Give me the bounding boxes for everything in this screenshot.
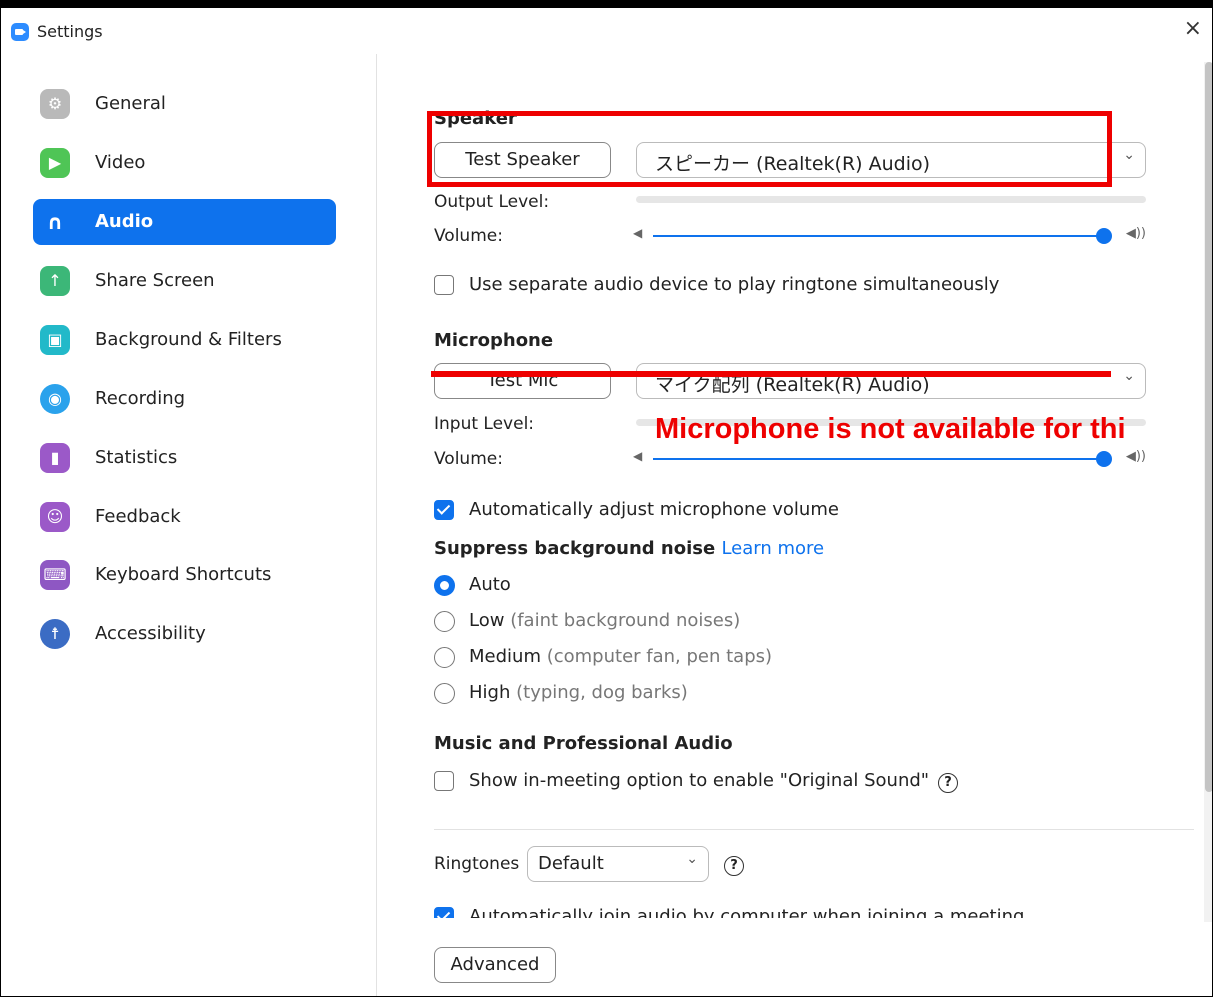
ringtones-select[interactable]: Default ⌄ bbox=[527, 846, 709, 882]
speaker-volume-label: Volume: bbox=[434, 226, 503, 246]
auto-join-checkbox[interactable] bbox=[434, 907, 454, 918]
gear-icon: ⚙ bbox=[40, 89, 70, 119]
statistics-icon: ▮ bbox=[40, 443, 70, 473]
video-camera-icon: ▶ bbox=[40, 148, 70, 178]
output-level-meter bbox=[636, 196, 1146, 203]
sidebar-item-video[interactable]: ▶ Video bbox=[33, 140, 336, 186]
microphone-device-select[interactable]: マイク配列 (Realtek(R) Audio) ⌄ bbox=[636, 363, 1146, 399]
input-level-label: Input Level: bbox=[434, 414, 535, 434]
advanced-button[interactable]: Advanced bbox=[434, 947, 556, 983]
window-title: Settings bbox=[37, 22, 103, 41]
title-bar: Settings × bbox=[1, 8, 1212, 54]
keyboard-icon: ⌨ bbox=[40, 560, 70, 590]
auto-join-label: Automatically join audio by computer whe… bbox=[469, 906, 1025, 918]
speaker-highlight-box bbox=[427, 111, 1112, 187]
sidebar-item-recording[interactable]: ◉ Recording bbox=[33, 376, 336, 422]
noise-radio-low[interactable] bbox=[434, 611, 455, 632]
noise-radio-auto[interactable] bbox=[434, 575, 455, 596]
scrollbar[interactable] bbox=[1204, 62, 1212, 922]
microphone-warning-text: Microphone is not available for thi bbox=[655, 413, 1126, 445]
sidebar-item-general[interactable]: ⚙ General bbox=[33, 81, 336, 127]
close-icon[interactable]: × bbox=[1184, 16, 1202, 41]
test-mic-button[interactable]: Test Mic bbox=[434, 363, 611, 399]
background-icon: ▣ bbox=[40, 325, 70, 355]
scrollbar-thumb[interactable] bbox=[1205, 62, 1212, 792]
settings-window: Settings × ⚙ General ▶ Video ∩ Audio ↑ S… bbox=[0, 0, 1213, 997]
suppress-noise-heading: Suppress background noise Learn more bbox=[434, 538, 825, 559]
sidebar-item-keyboard-shortcuts[interactable]: ⌨ Keyboard Shortcuts bbox=[33, 552, 336, 598]
auto-join-row-clipped: Automatically join audio by computer whe… bbox=[427, 894, 1167, 918]
slider-knob[interactable] bbox=[1096, 228, 1112, 244]
ringtones-label: Ringtones bbox=[434, 854, 520, 874]
noise-option-medium-label: Medium (computer fan, pen taps) bbox=[469, 646, 773, 667]
mic-volume-slider[interactable]: ◀ ◀)) bbox=[633, 449, 1146, 469]
volume-high-icon: ◀)) bbox=[1125, 226, 1146, 241]
auto-adjust-mic-label: Automatically adjust microphone volume bbox=[469, 499, 839, 520]
feedback-icon: ☺ bbox=[40, 502, 70, 532]
microphone-strike-line bbox=[431, 371, 1111, 377]
noise-option-auto-label: Auto bbox=[469, 574, 511, 595]
speaker-volume-slider[interactable]: ◀ ◀)) bbox=[633, 226, 1146, 246]
sidebar-item-background-filters[interactable]: ▣ Background & Filters bbox=[33, 317, 336, 363]
sidebar-item-share-screen[interactable]: ↑ Share Screen bbox=[33, 258, 336, 304]
separate-ringtone-label: Use separate audio device to play ringto… bbox=[469, 274, 1000, 295]
sidebar-item-feedback[interactable]: ☺ Feedback bbox=[33, 494, 336, 540]
chevron-down-icon: ⌄ bbox=[1123, 368, 1135, 384]
learn-more-link[interactable]: Learn more bbox=[721, 538, 824, 559]
slider-knob[interactable] bbox=[1096, 451, 1112, 467]
sidebar-item-audio[interactable]: ∩ Audio bbox=[33, 199, 336, 245]
share-screen-icon: ↑ bbox=[40, 266, 70, 296]
section-divider bbox=[434, 829, 1194, 830]
original-sound-checkbox[interactable] bbox=[434, 771, 454, 791]
sidebar-item-accessibility[interactable]: ☨ Accessibility bbox=[33, 611, 336, 657]
volume-low-icon: ◀ bbox=[633, 226, 643, 240]
help-icon[interactable]: ? bbox=[724, 856, 744, 876]
chevron-down-icon: ⌄ bbox=[1123, 147, 1135, 163]
accessibility-icon: ☨ bbox=[40, 619, 70, 649]
separate-ringtone-checkbox[interactable] bbox=[434, 275, 454, 295]
noise-option-high-label: High (typing, dog barks) bbox=[469, 682, 688, 703]
music-audio-heading: Music and Professional Audio bbox=[434, 733, 733, 754]
recording-icon: ◉ bbox=[40, 384, 70, 414]
noise-radio-high[interactable] bbox=[434, 683, 455, 704]
audio-settings-panel: Speaker Test Speaker スピーカー (Realtek(R) A… bbox=[377, 54, 1212, 996]
mic-volume-label: Volume: bbox=[434, 449, 503, 469]
auto-adjust-mic-checkbox[interactable] bbox=[434, 500, 454, 520]
output-level-label: Output Level: bbox=[434, 192, 550, 212]
noise-radio-medium[interactable] bbox=[434, 647, 455, 668]
volume-low-icon: ◀ bbox=[633, 449, 643, 463]
microphone-heading: Microphone bbox=[434, 330, 554, 351]
sidebar-item-statistics[interactable]: ▮ Statistics bbox=[33, 435, 336, 481]
headphones-icon: ∩ bbox=[46, 210, 64, 234]
zoom-app-icon bbox=[11, 23, 29, 41]
settings-sidebar: ⚙ General ▶ Video ∩ Audio ↑ Share Screen… bbox=[1, 54, 377, 996]
noise-option-low-label: Low (faint background noises) bbox=[469, 610, 741, 631]
help-icon[interactable]: ? bbox=[938, 773, 958, 793]
original-sound-label: Show in-meeting option to enable "Origin… bbox=[469, 770, 930, 791]
chevron-down-icon: ⌄ bbox=[686, 851, 698, 867]
volume-high-icon: ◀)) bbox=[1125, 449, 1146, 464]
